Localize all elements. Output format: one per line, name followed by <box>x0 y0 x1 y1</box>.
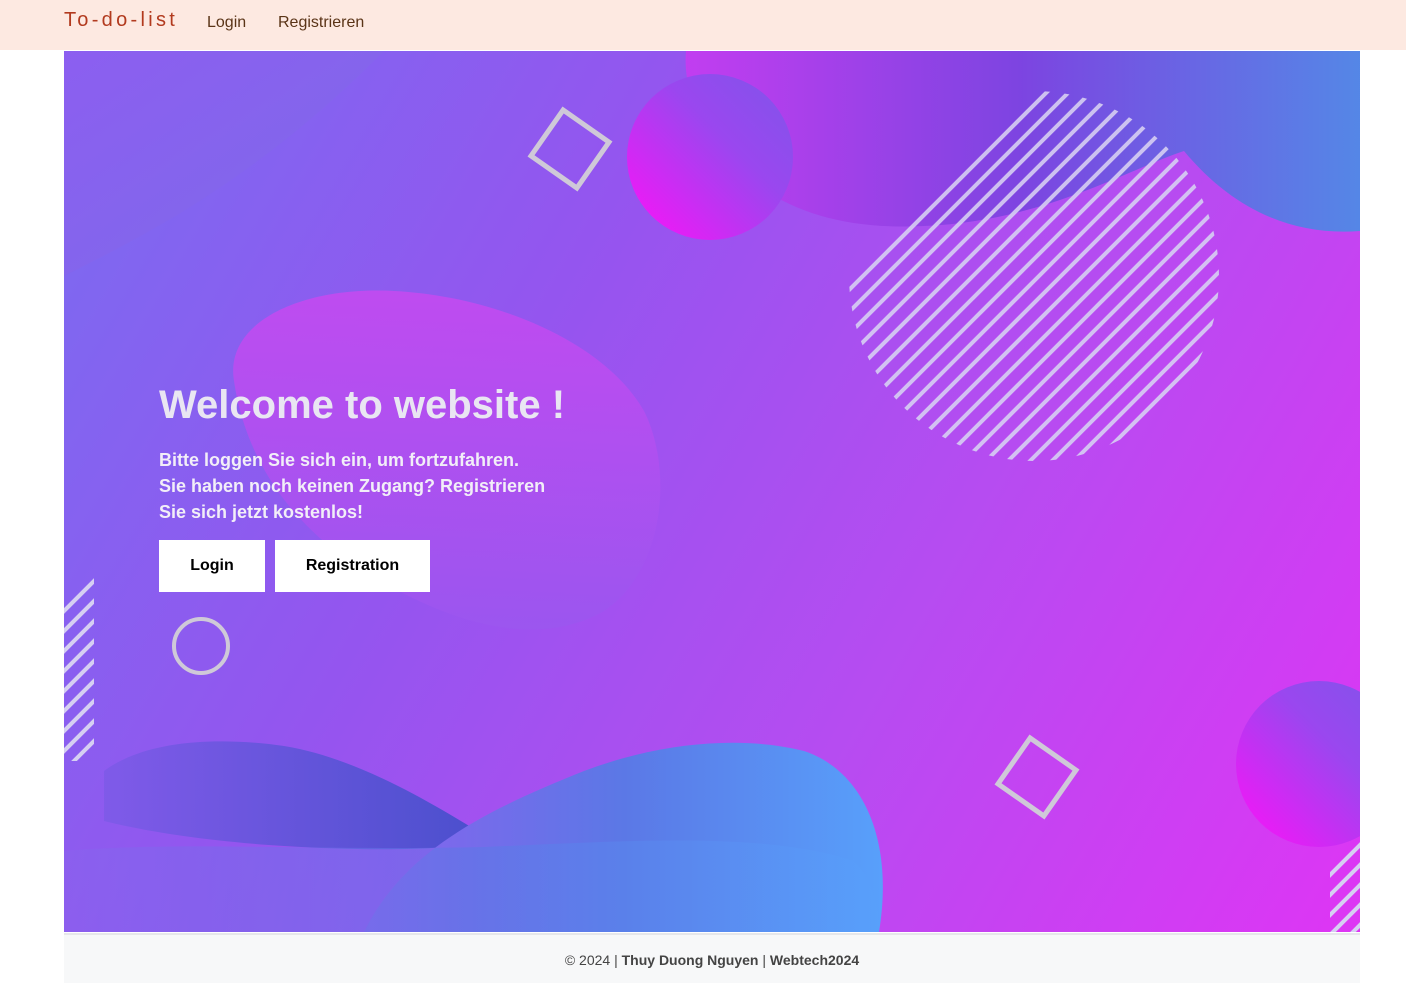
hero-description: Bitte loggen Sie sich ein, um fortzufahr… <box>159 447 599 525</box>
footer-project: Webtech2024 <box>769 952 860 968</box>
footer-author: Thuy Duong Nguyen <box>621 952 759 968</box>
brand-logo-link[interactable]: To-do-list <box>64 9 178 32</box>
hero-banner: Welcome to website ! Bitte loggen Sie si… <box>64 51 1360 932</box>
registration-button[interactable]: Registration <box>275 540 430 592</box>
page-footer: © 2024 | Thuy Duong Nguyen | Webtech2024 <box>64 933 1360 983</box>
login-button[interactable]: Login <box>159 540 265 592</box>
hero-line-2: Sie haben noch keinen Zugang? Registrier… <box>159 476 546 496</box>
hero-title: Welcome to website ! <box>159 383 566 427</box>
nav-register-link[interactable]: Registrieren <box>278 14 364 32</box>
hero-line-3: Sie sich jetzt kostenlos! <box>159 502 364 522</box>
footer-separator: | <box>762 952 767 968</box>
top-navbar: To-do-list Login Registrieren <box>0 0 1406 50</box>
footer-copyright: © 2024 | <box>564 952 618 968</box>
nav-login-link[interactable]: Login <box>207 14 246 32</box>
hero-line-1: Bitte loggen Sie sich ein, um fortzufahr… <box>159 450 520 470</box>
